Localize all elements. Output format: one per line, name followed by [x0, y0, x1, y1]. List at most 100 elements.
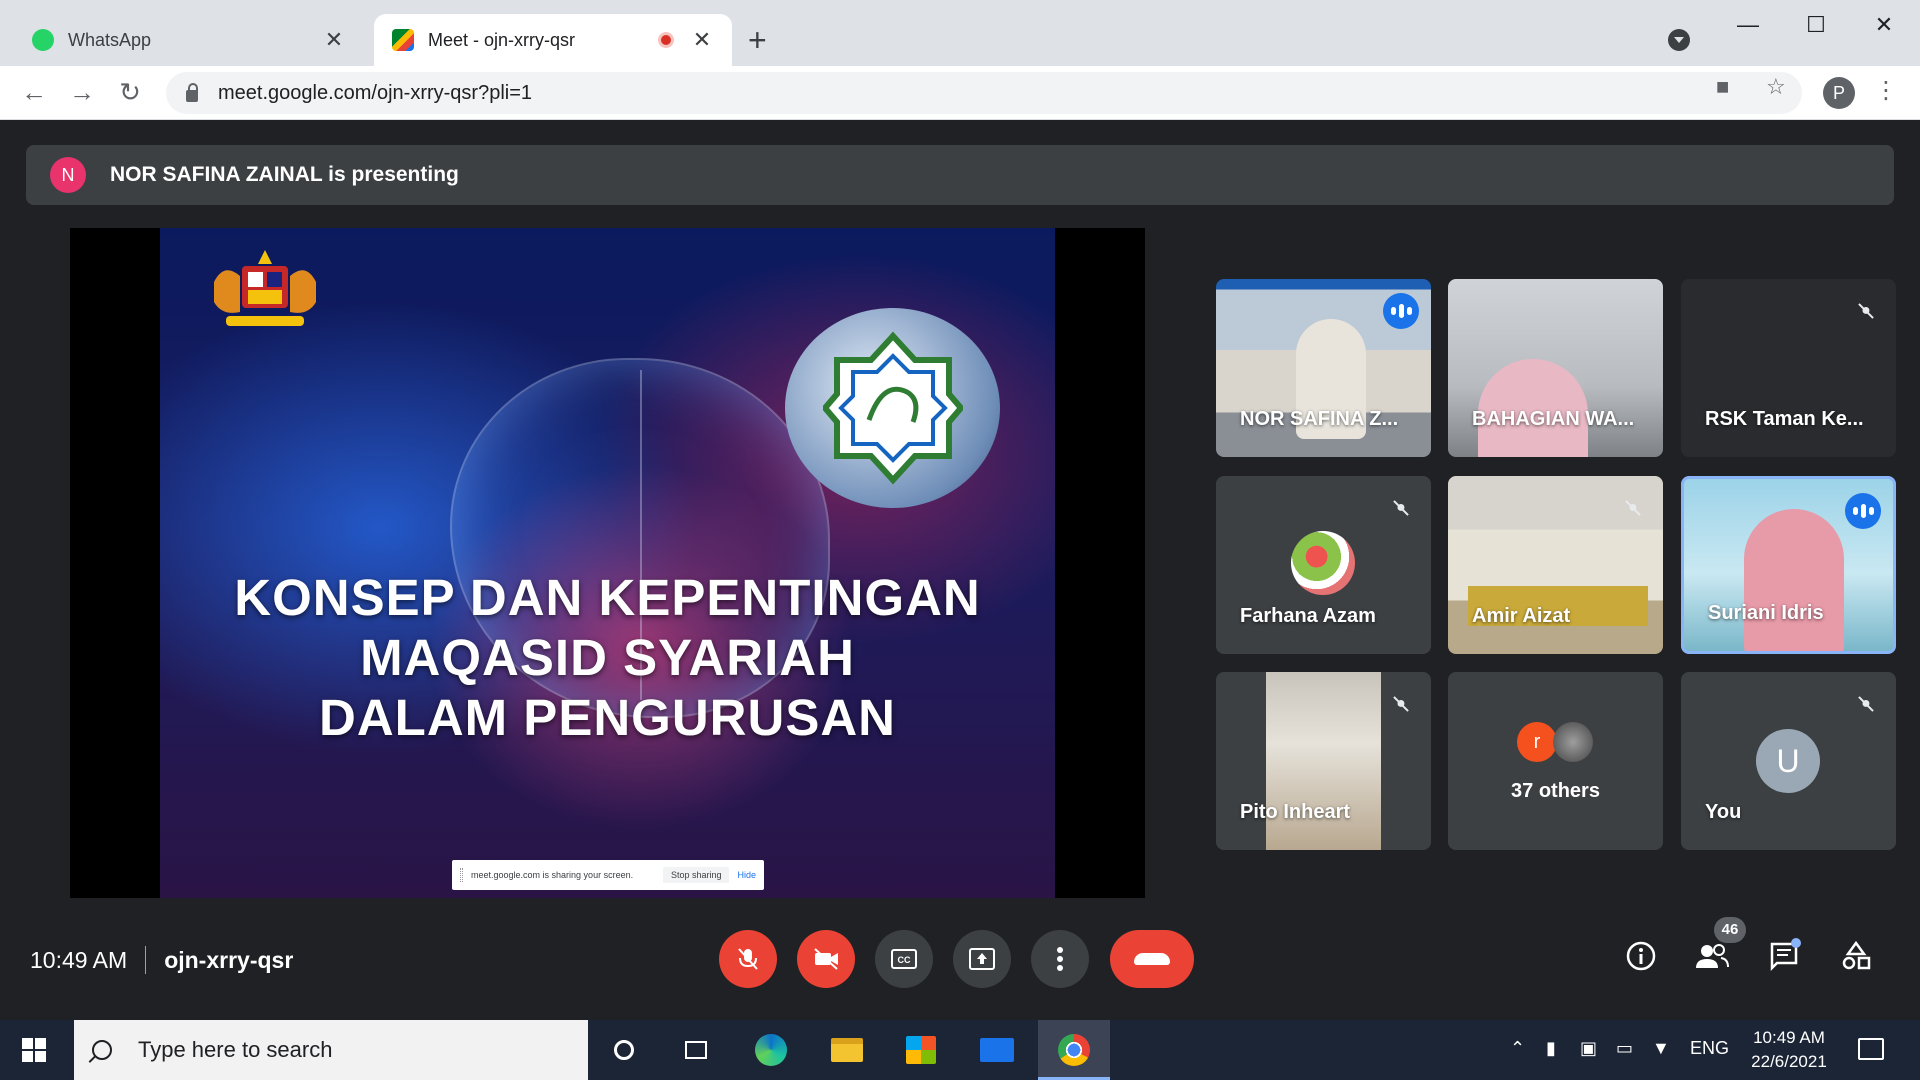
close-window-button[interactable]: ✕ [1869, 12, 1899, 38]
camera-off-button[interactable] [797, 930, 855, 988]
participant-tile[interactable]: ● Pito Inheart [1216, 672, 1431, 850]
battery-icon[interactable]: ▭ [1616, 1038, 1633, 1059]
recording-icon [658, 32, 674, 48]
speaking-indicator-icon [1845, 493, 1881, 529]
tab-title: WhatsApp [68, 29, 152, 50]
activities-button[interactable] [1836, 940, 1876, 980]
meeting-time: 10:49 AM [30, 946, 128, 973]
maqasid-emblem-icon [823, 331, 963, 485]
participant-count-badge: 46 [1714, 917, 1746, 943]
participant-name: BAHAGIAN WA... [1472, 408, 1635, 430]
browser-menu-icon[interactable]: ⋮ [1874, 76, 1898, 105]
tab-meet[interactable]: Meet - ojn-xrry-qsr ✕ [374, 14, 732, 66]
slide-title-line: DALAM PENGURUSAN [319, 689, 896, 746]
presentation-stage[interactable]: KONSEP DAN KEPENTINGAN MAQASID SYARIAH D… [70, 228, 1145, 898]
presenting-banner: N NOR SAFINA ZAINAL is presenting [26, 145, 1894, 205]
notifications-icon[interactable] [1858, 1038, 1884, 1060]
participant-name: NOR SAFINA Z... [1240, 408, 1399, 430]
meeting-info: 10:49 AM ojn-xrry-qsr [30, 946, 293, 974]
close-tab-icon[interactable]: ✕ [690, 27, 714, 53]
new-tab-button[interactable]: + [748, 22, 767, 59]
captions-button[interactable]: CC [875, 930, 933, 988]
mic-off-button[interactable] [719, 930, 777, 988]
address-bar[interactable]: meet.google.com/ojn-xrry-qsr?pli=1 [166, 72, 1802, 114]
search-icon [92, 1040, 112, 1060]
share-notice-text: meet.google.com is sharing your screen. [471, 870, 634, 880]
mic-off-icon: ● [1619, 494, 1647, 522]
participant-video [1744, 509, 1844, 651]
volume-muted-icon[interactable]: ▼ [1652, 1038, 1670, 1059]
taskbar-clock[interactable]: 10:49 AM 22/6/2021 [1744, 1026, 1834, 1074]
forward-arrow-icon[interactable]: → [66, 76, 98, 108]
presenter-avatar: N [50, 157, 86, 193]
participant-avatar [1291, 531, 1355, 595]
present-now-button[interactable] [953, 930, 1011, 988]
windows-start-icon[interactable] [22, 1038, 46, 1062]
more-options-button[interactable] [1031, 930, 1089, 988]
globe-illustration [785, 308, 1000, 508]
close-tab-icon[interactable]: ✕ [322, 27, 346, 53]
tab-whatsapp[interactable]: WhatsApp ✕ [14, 14, 364, 66]
leave-call-button[interactable] [1110, 930, 1194, 988]
clock-date: 22/6/2021 [1751, 1052, 1827, 1071]
reload-icon[interactable]: ↻ [114, 76, 146, 108]
bookmark-star-icon[interactable]: ☆ [1766, 74, 1786, 100]
others-tile[interactable]: r 37 others [1448, 672, 1663, 850]
others-count: 37 others [1511, 780, 1600, 802]
browser-tab-bar: WhatsApp ✕ Meet - ojn-xrry-qsr ✕ + — ☐ ✕ [0, 0, 1920, 66]
people-button[interactable] [1692, 940, 1732, 980]
info-icon [1626, 941, 1656, 971]
camera-in-use-icon[interactable]: ■ [1716, 74, 1729, 100]
divider [145, 946, 147, 974]
participant-tile[interactable]: BAHAGIAN WA... [1448, 279, 1663, 457]
participant-avatar: r [1517, 722, 1557, 762]
participant-tile[interactable]: ● Amir Aizat [1448, 476, 1663, 654]
mail-icon[interactable] [979, 1032, 1015, 1068]
participant-name: Amir Aizat [1472, 605, 1571, 627]
self-avatar: U [1756, 729, 1820, 793]
hide-button[interactable]: Hide [737, 870, 756, 880]
participant-tile[interactable]: NOR SAFINA Z... [1216, 279, 1431, 457]
tab-search-icon[interactable] [1668, 29, 1690, 51]
participant-name: Suriani Idris [1708, 602, 1824, 624]
people-icon [1696, 944, 1729, 968]
chrome-icon [1056, 1032, 1092, 1068]
participant-name: You [1705, 801, 1742, 823]
language-indicator[interactable]: ENG [1690, 1038, 1729, 1059]
cortana-icon[interactable] [606, 1032, 642, 1068]
profile-avatar[interactable]: P [1823, 77, 1855, 109]
mic-off-icon: ● [1387, 690, 1415, 718]
task-view-icon[interactable] [678, 1032, 714, 1068]
whatsapp-icon [32, 29, 54, 51]
camera-off-icon [814, 948, 838, 970]
participant-tile[interactable]: ● Farhana Azam [1216, 476, 1431, 654]
back-arrow-icon[interactable]: ← [18, 76, 50, 108]
taskbar-search-box[interactable]: Type here to search [74, 1020, 588, 1080]
meeting-details-button[interactable] [1621, 940, 1661, 980]
taskbar-search-placeholder: Type here to search [138, 1037, 333, 1062]
stop-sharing-button[interactable]: Stop sharing [662, 867, 730, 883]
maximize-button[interactable]: ☐ [1801, 12, 1831, 38]
show-hidden-icons[interactable]: ⌃ [1510, 1038, 1525, 1059]
url-text: meet.google.com/ojn-xrry-qsr?pli=1 [218, 81, 533, 104]
participant-name: Pito Inheart [1240, 801, 1351, 823]
hang-up-icon [1134, 953, 1170, 965]
microsoft-store-icon[interactable] [903, 1032, 939, 1068]
shared-slide: KONSEP DAN KEPENTINGAN MAQASID SYARIAH D… [160, 228, 1055, 898]
meeting-code[interactable]: ojn-xrry-qsr [164, 947, 293, 974]
lock-icon[interactable] [186, 83, 198, 102]
mic-off-icon: ● [1852, 297, 1880, 325]
slide-title-line: KONSEP DAN KEPENTINGAN [234, 569, 981, 626]
present-screen-icon [969, 948, 995, 970]
microphone-icon[interactable]: ▮ [1546, 1038, 1556, 1059]
minimize-button[interactable]: — [1733, 12, 1763, 38]
self-tile[interactable]: U ● You [1681, 672, 1896, 850]
file-explorer-icon[interactable] [829, 1032, 865, 1068]
mic-off-icon [738, 948, 758, 970]
google-meet-icon [392, 29, 414, 51]
participant-tile[interactable]: Suriani Idris [1681, 476, 1896, 654]
edge-browser-icon[interactable] [753, 1032, 789, 1068]
network-icon[interactable]: ▣ [1580, 1038, 1597, 1059]
slide-title-line: MAQASID SYARIAH [360, 629, 855, 686]
participant-tile[interactable]: ● RSK Taman Ke... [1681, 279, 1896, 457]
